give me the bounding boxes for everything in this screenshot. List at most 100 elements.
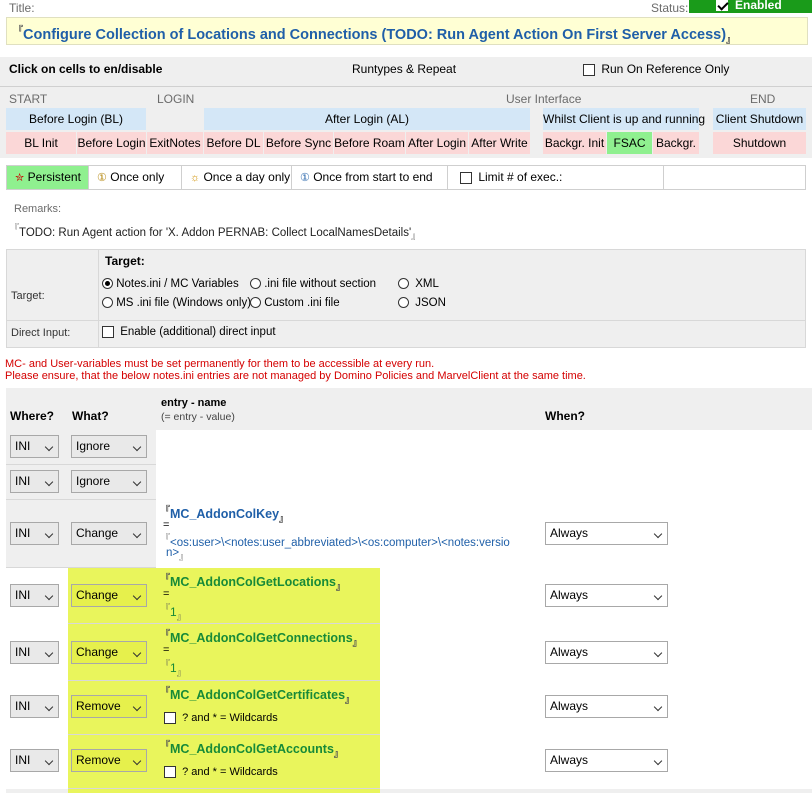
when-select[interactable]: Always	[545, 749, 668, 772]
runtype-before-roam[interactable]: Before Roam	[334, 132, 405, 154]
page-title[interactable]: 『Configure Collection of Locations and C…	[14, 23, 735, 46]
run-on-reference-option[interactable]: Run On Reference Only	[583, 62, 729, 76]
runtype-shutdown[interactable]: Shutdown	[713, 132, 806, 154]
star-icon: ✮	[15, 172, 25, 184]
what-select[interactable]: Change	[71, 584, 147, 607]
run-on-reference-checkbox[interactable]	[583, 63, 595, 76]
entry-cell[interactable]	[156, 430, 812, 465]
where-select[interactable]: INI	[10, 522, 59, 545]
wildcards-option[interactable]: ? and * = Wildcards	[164, 766, 278, 779]
target-option-ms-ini[interactable]: MS .ini file (Windows only)	[102, 297, 251, 309]
when-select[interactable]: Always	[545, 641, 668, 664]
table-row: INI Remove 『MC_AddonColGetAccounts』 ? an…	[6, 735, 812, 789]
end-label: END	[750, 92, 776, 106]
wildcards-checkbox[interactable]	[164, 766, 176, 779]
target-option-notes-ini[interactable]: Notes.ini / MC Variables	[102, 278, 239, 290]
radio-ms-ini[interactable]	[102, 297, 113, 309]
freq-once-only[interactable]: ① Once only	[89, 166, 182, 189]
equals-sign: =	[163, 644, 170, 656]
limit-exec-checkbox[interactable]	[460, 171, 472, 184]
radio-custom-ini[interactable]	[250, 297, 261, 309]
what-select[interactable]: Remove	[71, 749, 147, 772]
runtype-backgr-init[interactable]: Backgr. Init	[543, 132, 606, 154]
after-login-group[interactable]: After Login (AL)	[204, 108, 530, 130]
freq-limit-exec[interactable]: Limit # of exec.:	[448, 166, 664, 189]
col-what-header: What?	[72, 409, 109, 423]
radio-ini-no-section[interactable]	[250, 278, 261, 290]
target-panel: Target: Target: Notes.ini / MC Variables…	[6, 249, 806, 348]
freq-once-a-day[interactable]: ☼ Once a day only	[182, 166, 292, 189]
radio-notes-ini[interactable]	[102, 278, 113, 290]
entry-name-field[interactable]: 『MC_AddonColGetAccounts』	[161, 738, 343, 760]
title-label: Title:	[9, 1, 35, 15]
entry-value-field[interactable]: 『<os:user>\<notes:user_abbreviated>\<os:…	[161, 531, 510, 549]
where-select[interactable]: INI	[10, 584, 59, 607]
what-select[interactable]: Ignore	[71, 435, 147, 458]
entry-value-field[interactable]: 『1』	[161, 657, 186, 678]
target-option-xml[interactable]: XML	[398, 278, 439, 290]
direct-input-checkbox[interactable]	[102, 326, 114, 338]
entry-value-continuation: n>』	[166, 547, 189, 562]
when-select[interactable]: Always	[545, 584, 668, 607]
runtypes-panel: Click on cells to en/disable Runtypes & …	[0, 57, 812, 158]
runtype-before-sync[interactable]: Before Sync	[264, 132, 333, 154]
where-select[interactable]: INI	[10, 641, 59, 664]
what-select[interactable]: Ignore	[71, 470, 147, 493]
when-select[interactable]: Always	[545, 522, 668, 545]
table-row: INI Ignore	[6, 430, 812, 465]
runtype-exitnotes[interactable]: ExitNotes	[147, 132, 203, 154]
entry-name-field[interactable]: 『MC_AddonColGetLocations』	[161, 571, 345, 593]
direct-input-option[interactable]: Enable (additional) direct input	[102, 326, 276, 338]
target-option-json[interactable]: JSON	[398, 297, 446, 309]
equals-sign: =	[163, 519, 170, 531]
where-select[interactable]: INI	[10, 435, 59, 458]
limit-exec-input[interactable]	[664, 166, 805, 189]
runtype-fsac[interactable]: FSAC	[607, 132, 652, 154]
remarks-label: Remarks:	[14, 203, 62, 215]
runtype-before-dl[interactable]: Before DL	[204, 132, 263, 154]
entry-name-field[interactable]: 『MC_AddonColGetCertificates』	[161, 684, 354, 706]
freq-once-start-end[interactable]: ① Once from start to end	[292, 166, 448, 189]
target-option-ini-no-section[interactable]: .ini file without section	[250, 278, 376, 290]
runtype-after-login[interactable]: After Login	[406, 132, 468, 154]
run-on-reference-label: Run On Reference Only	[601, 62, 730, 76]
entry-cell[interactable]	[156, 465, 812, 500]
start-label: START	[9, 92, 48, 106]
where-select[interactable]: INI	[10, 695, 59, 718]
target-row-label: Target:	[11, 290, 45, 302]
entry-value-field[interactable]: 『1』	[161, 601, 186, 622]
runtypes-label: Runtypes & Repeat	[352, 62, 457, 76]
divider	[98, 250, 99, 347]
radio-json[interactable]	[398, 297, 409, 309]
what-select[interactable]: Remove	[71, 695, 147, 718]
runtype-before-login[interactable]: Before Login	[77, 132, 146, 154]
enabled-checkbox[interactable]	[716, 0, 728, 11]
col-entry-header: entry - name	[161, 397, 227, 409]
wildcards-checkbox[interactable]	[164, 712, 176, 725]
target-option-custom-ini[interactable]: Custom .ini file	[250, 297, 340, 309]
where-select[interactable]: INI	[10, 470, 59, 493]
what-select[interactable]: Change	[71, 641, 147, 664]
client-shutdown-group[interactable]: Client Shutdown	[713, 108, 806, 130]
table-row: INI Ignore	[6, 465, 812, 500]
whilst-client-group[interactable]: Whilst Client is up and running	[543, 108, 705, 130]
radio-xml[interactable]	[398, 278, 409, 290]
when-select[interactable]: Always	[545, 695, 668, 718]
status-enabled-toggle[interactable]: Enabled	[689, 0, 812, 13]
what-select[interactable]: Change	[71, 522, 147, 545]
freq-persistent[interactable]: ✮ Persistent	[7, 166, 89, 189]
wildcards-option[interactable]: ? and * = Wildcards	[164, 712, 278, 725]
entries-grid: Where? What? entry - name (= entry - val…	[6, 388, 812, 793]
runtype-backgr[interactable]: Backgr.	[653, 132, 699, 154]
login-label: LOGIN	[157, 92, 195, 106]
before-login-group[interactable]: Before Login (BL)	[6, 108, 146, 130]
remarks-field[interactable]: 『TODO: Run Agent action for 'X. Addon PE…	[10, 221, 420, 242]
entry-name-field[interactable]: 『MC_AddonColKey』	[161, 503, 288, 525]
runtype-after-write[interactable]: After Write	[469, 132, 530, 154]
runtype-bl-init[interactable]: BL Init	[6, 132, 76, 154]
entry-name-field[interactable]: 『MC_AddonColGetConnections』	[161, 627, 362, 649]
divider	[7, 320, 805, 321]
enabled-label: Enabled	[735, 0, 782, 12]
divider	[0, 86, 812, 87]
where-select[interactable]: INI	[10, 749, 59, 772]
